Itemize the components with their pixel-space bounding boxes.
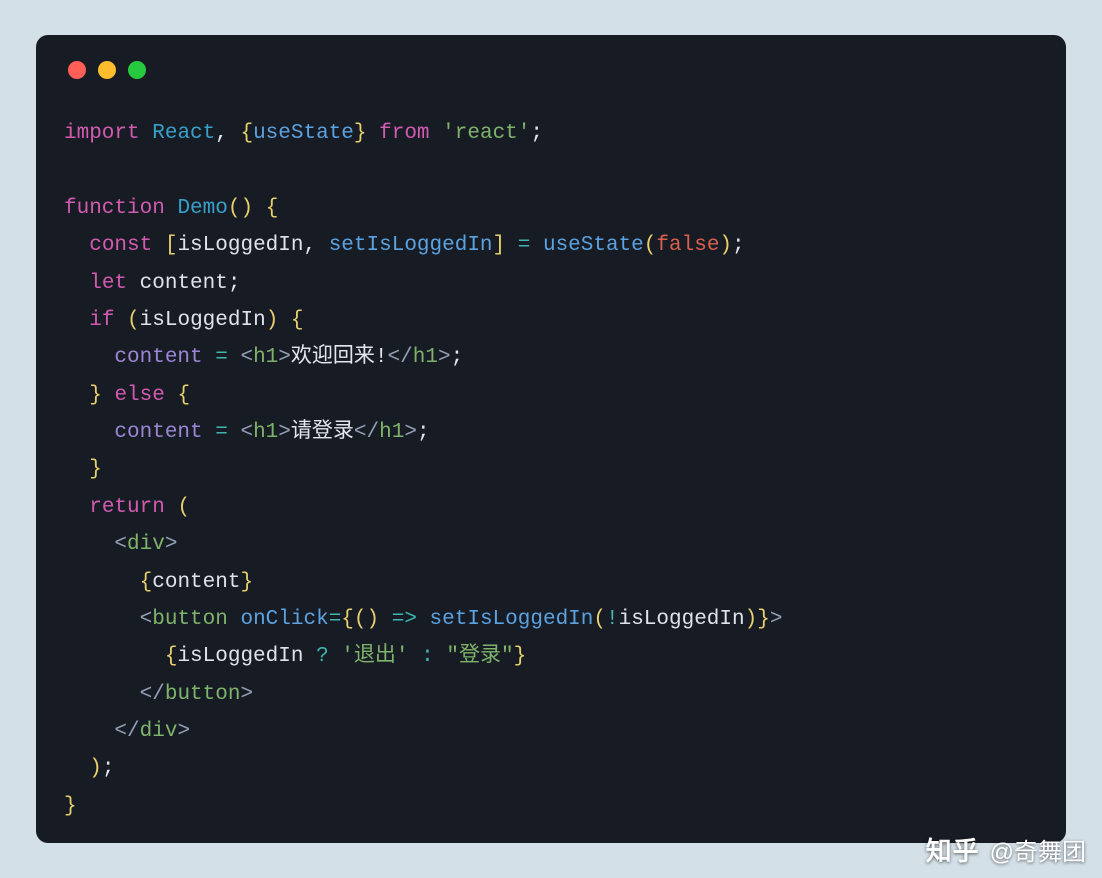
text-please-login: 请登录 xyxy=(291,421,354,444)
identifier-setisloggedin: setIsLoggedIn xyxy=(329,234,493,257)
identifier-isloggedin: isLoggedIn xyxy=(177,234,303,257)
literal-false: false xyxy=(656,234,719,257)
identifier-demo: Demo xyxy=(177,197,227,220)
text-welcome: 欢迎回来! xyxy=(291,346,388,369)
watermark: 知乎 @奇舞团 xyxy=(926,831,1086,868)
zhihu-logo: 知乎 xyxy=(926,831,980,868)
jsx-attr-onclick: onClick xyxy=(240,608,328,631)
keyword-else: else xyxy=(114,384,164,407)
close-icon[interactable] xyxy=(68,61,86,79)
code-block: import React, {useState} from 'react'; f… xyxy=(64,115,1038,825)
jsx-tag-div: div xyxy=(127,533,165,556)
keyword-return: return xyxy=(89,496,165,519)
identifier-content: content xyxy=(140,272,228,295)
identifier-usestate: useState xyxy=(253,122,354,145)
window-traffic-lights xyxy=(68,61,1038,79)
keyword-from: from xyxy=(379,122,429,145)
keyword-function: function xyxy=(64,197,165,220)
zoom-icon[interactable] xyxy=(128,61,146,79)
identifier-react: React xyxy=(152,122,215,145)
string-logout: '退出' xyxy=(341,645,408,668)
keyword-import: import xyxy=(64,122,140,145)
string-react: 'react' xyxy=(442,122,530,145)
jsx-tag-button: button xyxy=(152,608,228,631)
minimize-icon[interactable] xyxy=(98,61,116,79)
keyword-let: let xyxy=(89,272,127,295)
jsx-tag-h1: h1 xyxy=(253,346,278,369)
keyword-const: const xyxy=(89,234,152,257)
watermark-author: @奇舞团 xyxy=(990,832,1086,867)
keyword-if: if xyxy=(89,309,114,332)
string-login: "登录" xyxy=(446,645,513,668)
code-editor-window: import React, {useState} from 'react'; f… xyxy=(36,35,1066,843)
